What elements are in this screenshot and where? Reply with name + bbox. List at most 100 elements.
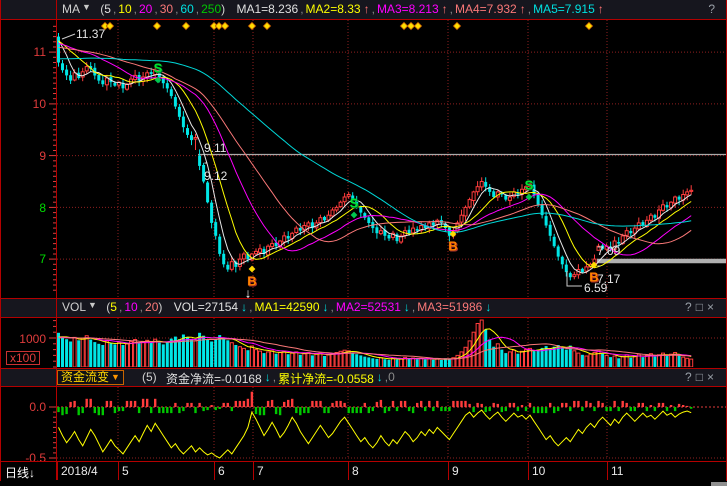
trend-arrow-icon: ↑ bbox=[364, 2, 370, 16]
axis-ticks bbox=[49, 26, 56, 458]
indicator-value: MA1=8.236 bbox=[236, 2, 298, 16]
event-diamond-icon bbox=[414, 22, 421, 29]
price-annotation: 11.37 bbox=[76, 27, 105, 41]
minimize-icon[interactable]: □ bbox=[696, 370, 707, 384]
trend-arrow-icon: ↓ bbox=[241, 300, 247, 314]
period-label: 日线 bbox=[5, 466, 29, 480]
vol-values: VOL=27154↓,MA1=42590↓,MA2=52531↓,MA3=519… bbox=[174, 300, 492, 314]
bottom-strip bbox=[0, 482, 727, 486]
time-tick-label: 10 bbox=[532, 464, 545, 478]
resize-grip[interactable] bbox=[711, 482, 727, 486]
help-icon[interactable]: ? bbox=[685, 300, 696, 314]
volume-indicator-header: VOL▼ (5,10,20) VOL=27154↓,MA1=42590↓,MA2… bbox=[0, 298, 727, 318]
gridlines bbox=[57, 20, 726, 459]
indicator-value: VOL=27154 bbox=[174, 300, 238, 314]
event-diamond-icon bbox=[248, 22, 255, 29]
chart-canvas[interactable] bbox=[0, 0, 727, 486]
trend-arrow-icon: ↑ bbox=[598, 2, 604, 16]
indicator-value: MA2=8.33 bbox=[306, 2, 361, 16]
param-value: 60 bbox=[180, 2, 193, 16]
event-diamond-icon bbox=[407, 22, 414, 29]
event-diamond-icon bbox=[585, 22, 592, 29]
param-value: 10 bbox=[118, 2, 131, 16]
main-indicator-header: MA▼ (5,10,20,30,60,250) MA1=8.236,MA2=8.… bbox=[0, 0, 727, 20]
signal-marker-b: B bbox=[589, 270, 598, 285]
ma-30-line bbox=[59, 47, 692, 243]
indicator-value: 资金净流=-0.0168 bbox=[166, 372, 262, 386]
ma-dropdown[interactable]: MA▼ bbox=[62, 2, 94, 16]
event-diamond-icon bbox=[182, 22, 189, 29]
chevron-down-icon: ▼ bbox=[88, 300, 97, 310]
event-diamond-icon bbox=[263, 22, 270, 29]
help-icon[interactable]: ? bbox=[708, 2, 719, 16]
period-selector[interactable]: 日线↓ bbox=[5, 464, 35, 481]
chevron-down-icon: ▼ bbox=[111, 372, 120, 382]
indicator-value: MA2=52531 bbox=[336, 300, 401, 314]
month-separator bbox=[253, 462, 254, 480]
ma-indicator-label: MA bbox=[62, 2, 80, 16]
indicator-value: MA3=8.213 bbox=[377, 2, 439, 16]
time-tick-label: 11 bbox=[611, 464, 623, 478]
close-icon[interactable]: × bbox=[707, 370, 718, 384]
trend-arrow-icon: ↑ bbox=[520, 2, 526, 16]
fund-values: 资金净流=-0.0168↓,累计净流=-0.0558↓,0 bbox=[166, 370, 397, 384]
minimize-icon[interactable]: □ bbox=[696, 300, 707, 314]
event-diamond-icon bbox=[153, 22, 160, 29]
ma-values: MA1=8.236,MA2=8.33↑,MA3=8.213↑,MA4=7.932… bbox=[236, 2, 603, 16]
left-border bbox=[0, 0, 1, 481]
month-separator bbox=[118, 462, 119, 480]
event-diamond-icon bbox=[400, 22, 407, 29]
event-diamond-icon bbox=[221, 22, 228, 29]
signal-marker-b: B bbox=[448, 239, 457, 254]
volume-bars-group bbox=[57, 320, 693, 367]
indicator-value: MA4=7.932 bbox=[455, 2, 517, 16]
indicator-value: MA5=7.915 bbox=[533, 2, 595, 16]
param-value: 10 bbox=[124, 300, 137, 314]
price-annotation: 7.09 - 7.17 bbox=[597, 244, 620, 286]
fund-cumulative-line bbox=[59, 410, 692, 458]
vol-dropdown[interactable]: VOL▼ bbox=[62, 300, 100, 314]
month-separator bbox=[528, 462, 529, 480]
chevron-down-icon: ▼ bbox=[82, 2, 91, 12]
indicator-value: MA1=42590 bbox=[254, 300, 319, 314]
param-value: 30 bbox=[160, 2, 173, 16]
time-axis: 日线↓ 2018/4567891011 bbox=[0, 461, 727, 483]
month-separator bbox=[448, 462, 449, 480]
event-markers-group bbox=[101, 22, 592, 29]
trend-arrow-icon: ↓ bbox=[485, 300, 491, 314]
trend-arrow-icon: ↓ bbox=[323, 300, 329, 314]
signal-marker-s: S bbox=[525, 178, 534, 193]
time-tick-label: 2018/4 bbox=[61, 464, 98, 478]
vol-indicator-label: VOL bbox=[62, 300, 86, 314]
param-value: 20 bbox=[139, 2, 152, 16]
vol-params: (5,10,20) bbox=[106, 300, 162, 314]
help-icon[interactable]: ? bbox=[685, 370, 696, 384]
arrow-down-icon: ↓ bbox=[29, 466, 35, 480]
param-value: 250 bbox=[201, 2, 221, 16]
trend-arrow-icon: ↑ bbox=[442, 2, 448, 16]
event-diamond-icon bbox=[106, 22, 113, 29]
trend-arrow-icon: ↓ bbox=[265, 370, 271, 384]
close-icon[interactable]: × bbox=[707, 300, 718, 314]
param-value: 5 bbox=[110, 300, 117, 314]
axis-border bbox=[56, 0, 57, 461]
month-separator bbox=[348, 462, 349, 480]
param-value: 20 bbox=[145, 300, 158, 314]
indicator-value: 累计净流=-0.0558 bbox=[278, 372, 374, 386]
month-separator bbox=[607, 462, 608, 480]
price-annotation: 9.11 - 9.12 bbox=[204, 141, 227, 183]
annotation-connector bbox=[62, 34, 75, 39]
time-tick-label: 8 bbox=[352, 464, 359, 478]
ma-60-line bbox=[59, 58, 692, 232]
signal-marker-s: S bbox=[154, 61, 163, 76]
month-separator bbox=[214, 462, 215, 480]
fundflow-dropdown-button[interactable]: 资金流变▼ bbox=[57, 370, 124, 385]
fund-params: (5) bbox=[142, 370, 157, 384]
fundflow-indicator-header: 资金流变▼ (5) 资金净流=-0.0168↓,累计净流=-0.0558↓,0 … bbox=[0, 368, 727, 387]
event-diamond-icon bbox=[453, 22, 460, 29]
time-tick-label: 7 bbox=[257, 464, 264, 478]
fund-bars-group bbox=[57, 392, 692, 416]
signal-marker-s: S bbox=[350, 196, 359, 211]
time-tick-label: 6 bbox=[218, 464, 225, 478]
indicator-value: MA3=51986 bbox=[417, 300, 482, 314]
